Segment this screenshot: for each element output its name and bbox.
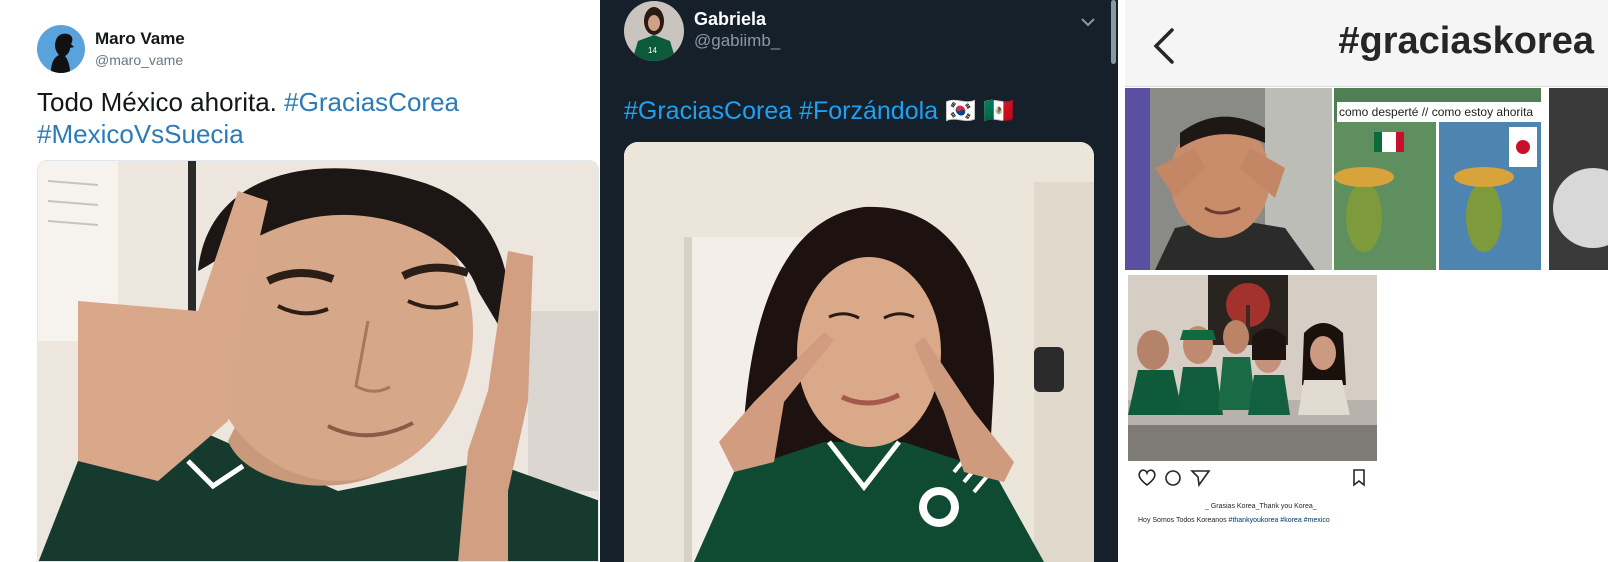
caption-text: Hoy Somos Todos Koreanos	[1138, 517, 1229, 524]
user-display-name[interactable]: Gabriela	[694, 9, 766, 30]
post-action-bar	[1138, 469, 1365, 488]
cropped-thumbnail	[1543, 88, 1608, 270]
user-handle[interactable]: @gabiimb_	[694, 31, 780, 51]
meme-image	[1334, 122, 1541, 270]
heart-icon[interactable]	[1138, 469, 1156, 487]
scrollbar-thumb[interactable]	[1111, 0, 1116, 64]
bookmark-icon[interactable]	[1353, 469, 1365, 487]
avatar-photo: 14	[624, 1, 684, 61]
hashtag-link[interactable]: #GraciasCorea	[624, 97, 792, 125]
group-photo	[1128, 275, 1377, 461]
chevron-left-icon[interactable]	[1150, 26, 1180, 66]
hashtag-link[interactable]: #Forzándola	[799, 97, 938, 125]
tweet-text: Todo México ahorita. #GraciasCorea #Mexi…	[37, 86, 557, 150]
caption-hashtags[interactable]: #thankyoukorea #korea #mexico	[1229, 517, 1330, 524]
tweet-text-plain: Todo México ahorita.	[37, 87, 285, 117]
meme-caption-text: como desperté // como estoy ahorita	[1337, 102, 1541, 122]
selfie-photo	[624, 142, 1094, 562]
flag-emojis: 🇰🇷 🇲🇽	[945, 97, 1015, 125]
instagram-hashtag-page: #graciaskorea como desperté // como esto…	[1125, 0, 1608, 562]
chevron-down-icon[interactable]	[1079, 13, 1097, 31]
grid-post-thumbnail[interactable]	[1543, 88, 1608, 270]
page-title: #graciaskorea	[1338, 20, 1594, 62]
tweet-photo[interactable]	[624, 142, 1094, 562]
grid-post-thumbnail[interactable]	[1125, 88, 1332, 270]
tweet-photo[interactable]	[37, 160, 599, 562]
tweet-card-dark: 14 Gabriela @gabiimb_ #GraciasCorea #For…	[600, 0, 1118, 562]
tweet-card-light: Maro Vame @maro_vame Todo México ahorita…	[0, 0, 600, 562]
user-handle[interactable]: @maro_vame	[95, 52, 183, 68]
post-caption-line: _ Grasias Korea_Thank you Korea_	[1205, 503, 1317, 510]
hashtag-link[interactable]: #MexicoVsSuecia	[37, 119, 244, 149]
comment-icon[interactable]	[1165, 470, 1181, 486]
post-caption-line: Hoy Somos Todos Koreanos #thankyoukorea …	[1138, 517, 1330, 524]
user-avatar[interactable]: 14	[624, 1, 684, 61]
silhouette-avatar-icon	[51, 33, 74, 73]
share-icon[interactable]	[1190, 470, 1211, 488]
selfie-photo	[38, 161, 598, 561]
user-avatar[interactable]	[37, 25, 85, 73]
grid-post-thumbnail[interactable]: como desperté // como estoy ahorita	[1334, 88, 1541, 270]
user-display-name[interactable]: Maro Vame	[95, 29, 185, 49]
selfie-thumbnail	[1125, 88, 1332, 270]
post-photo[interactable]	[1128, 275, 1377, 461]
svg-text:14: 14	[648, 46, 657, 55]
instagram-post: _ Grasias Korea_Thank you Korea_ Hoy Som…	[1125, 275, 1380, 535]
tweet-text: #GraciasCorea #Forzándola 🇰🇷 🇲🇽	[624, 96, 1014, 126]
top-bar: #graciaskorea	[1125, 0, 1608, 87]
hashtag-link[interactable]: #GraciasCorea	[284, 87, 459, 117]
